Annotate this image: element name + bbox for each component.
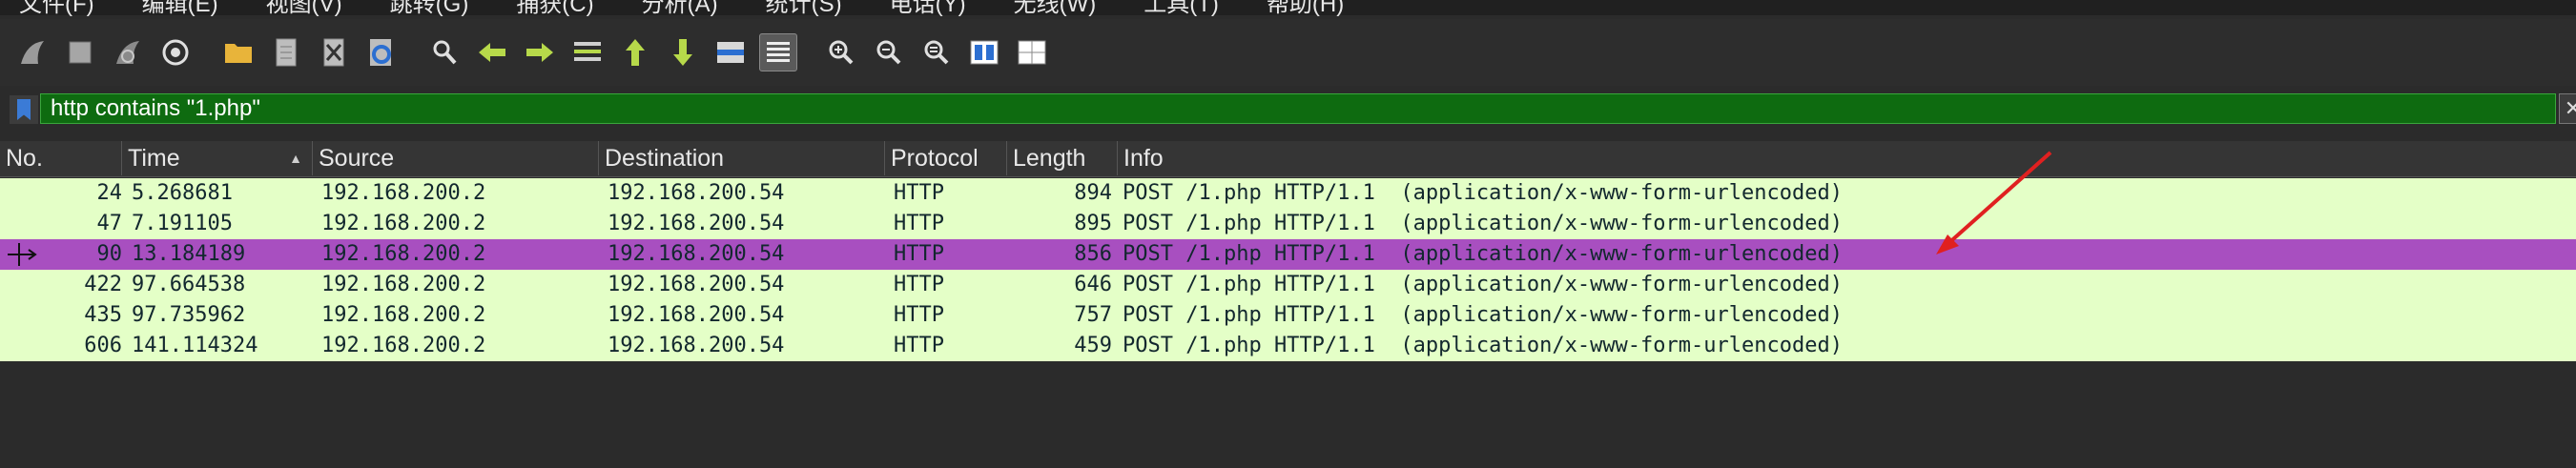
menu-bar: 文件(F) 编辑(E) 视图(V) 跳转(G) 捕获(C) 分析(A) 统计(S… [0, 0, 2576, 18]
packet-row[interactable]: 435 97.735962 192.168.200.2 192.168.200.… [0, 300, 2576, 331]
expand-icon[interactable] [1013, 33, 1051, 71]
zoom-normal-icon[interactable] [917, 33, 956, 71]
last-packet-icon[interactable] [664, 33, 702, 71]
cell-time: 97.664538 [132, 273, 246, 296]
cell-length: 856 [1074, 242, 1112, 266]
cell-protocol: HTTP [894, 212, 944, 235]
cell-no: 90 [96, 242, 123, 266]
column-header-time-label: Time [128, 145, 180, 172]
cell-no: 606 [84, 334, 122, 357]
column-header-source[interactable]: Source [313, 141, 599, 175]
column-header-destination[interactable]: Destination [599, 141, 885, 175]
cell-time: 97.735962 [132, 303, 246, 327]
cell-protocol: HTTP [894, 334, 944, 357]
bookmark-icon[interactable] [10, 95, 38, 124]
packet-row[interactable]: 47 7.191105 192.168.200.2 192.168.200.54… [0, 209, 2576, 239]
cell-source: 192.168.200.2 [321, 334, 486, 357]
main-toolbar [0, 19, 2576, 86]
cell-protocol: HTTP [894, 303, 944, 327]
clear-filter-icon[interactable]: ✕ [2559, 93, 2576, 124]
cell-time: 141.114324 [132, 334, 258, 357]
cell-source: 192.168.200.2 [321, 212, 486, 235]
cell-length: 757 [1074, 303, 1112, 327]
packet-row[interactable]: 422 97.664538 192.168.200.2 192.168.200.… [0, 270, 2576, 300]
column-header-no[interactable]: No. [0, 141, 122, 175]
colorize-icon[interactable] [759, 33, 797, 71]
zoom-in-icon[interactable] [822, 33, 860, 71]
cell-source: 192.168.200.2 [321, 181, 486, 205]
back-arrow-icon[interactable] [473, 33, 511, 71]
display-filter-bar: http contains "1.php" ✕ [0, 93, 2576, 126]
shark-fin-start-icon[interactable] [13, 33, 52, 71]
menu-capture[interactable]: 捕获(C) [516, 0, 593, 18]
cell-destination: 192.168.200.54 [608, 242, 785, 266]
cell-destination: 192.168.200.54 [608, 273, 785, 296]
cell-time: 7.191105 [132, 212, 233, 235]
menu-telephony[interactable]: 电话(Y) [890, 0, 966, 18]
column-header-protocol[interactable]: Protocol [885, 141, 1007, 175]
close-file-icon[interactable] [315, 33, 353, 71]
packet-row-selected[interactable]: 90 13.184189 192.168.200.2 192.168.200.5… [0, 239, 2576, 270]
zoom-out-icon[interactable] [870, 33, 908, 71]
cell-no: 24 [96, 181, 123, 205]
cell-protocol: HTTP [894, 273, 944, 296]
cell-info: POST /1.php HTTP/1.1 (application/x-www-… [1123, 181, 1843, 205]
stop-square-icon[interactable] [61, 33, 99, 71]
menu-help[interactable]: 帮助(H) [1267, 0, 1344, 18]
autoscroll-icon[interactable] [711, 33, 750, 71]
cell-info: POST /1.php HTTP/1.1 (application/x-www-… [1123, 273, 1843, 296]
packet-row[interactable]: 24 5.268681 192.168.200.2 192.168.200.54… [0, 178, 2576, 209]
gear-options-icon[interactable] [156, 33, 195, 71]
forward-arrow-icon[interactable] [521, 33, 559, 71]
cell-info: POST /1.php HTTP/1.1 (application/x-www-… [1123, 242, 1843, 266]
cell-length: 895 [1074, 212, 1112, 235]
packet-row[interactable]: 606 141.114324 192.168.200.2 192.168.200… [0, 331, 2576, 361]
cell-time: 13.184189 [132, 242, 246, 266]
cell-no: 435 [84, 303, 122, 327]
cell-protocol: HTTP [894, 181, 944, 205]
cell-no: 47 [96, 212, 123, 235]
cell-info: POST /1.php HTTP/1.1 (application/x-www-… [1123, 212, 1843, 235]
menu-go[interactable]: 跳转(G) [390, 0, 469, 18]
sort-ascending-icon: ▲ [289, 151, 302, 166]
cell-no: 422 [84, 273, 122, 296]
cell-info: POST /1.php HTTP/1.1 (application/x-www-… [1123, 334, 1843, 357]
display-filter-input[interactable]: http contains "1.php" [40, 93, 2556, 124]
cell-destination: 192.168.200.54 [608, 212, 785, 235]
packet-list-empty-area [0, 362, 2576, 468]
cell-destination: 192.168.200.54 [608, 181, 785, 205]
cell-length: 646 [1074, 273, 1112, 296]
file-icon[interactable] [267, 33, 305, 71]
packet-list: 24 5.268681 192.168.200.2 192.168.200.54… [0, 178, 2576, 361]
first-packet-icon[interactable] [616, 33, 654, 71]
cell-length: 459 [1074, 334, 1112, 357]
cell-destination: 192.168.200.54 [608, 334, 785, 357]
menu-file[interactable]: 文件(F) [19, 0, 94, 18]
menu-wireless[interactable]: 无线(W) [1014, 0, 1097, 18]
menu-analyze[interactable]: 分析(A) [642, 0, 718, 18]
restart-fin-icon[interactable] [109, 33, 147, 71]
cell-info: POST /1.php HTTP/1.1 (application/x-www-… [1123, 303, 1843, 327]
column-header-length[interactable]: Length [1007, 141, 1118, 175]
packet-list-header: No. Time ▲ Source Destination Protocol L… [0, 141, 2576, 177]
column-header-info[interactable]: Info [1118, 141, 2576, 175]
go-to-packet-icon[interactable] [568, 33, 607, 71]
cell-time: 5.268681 [132, 181, 233, 205]
menu-tools[interactable]: 工具(T) [1144, 0, 1219, 18]
cell-source: 192.168.200.2 [321, 273, 486, 296]
cell-destination: 192.168.200.54 [608, 303, 785, 327]
find-icon[interactable] [425, 33, 464, 71]
cell-source: 192.168.200.2 [321, 303, 486, 327]
column-header-time[interactable]: Time ▲ [122, 141, 313, 175]
cell-source: 192.168.200.2 [321, 242, 486, 266]
folder-open-icon[interactable] [219, 33, 258, 71]
cell-protocol: HTTP [894, 242, 944, 266]
menu-statistics[interactable]: 统计(S) [766, 0, 842, 18]
menu-edit[interactable]: 编辑(E) [142, 0, 218, 18]
reload-icon[interactable] [362, 33, 401, 71]
cell-length: 894 [1074, 181, 1112, 205]
resize-columns-icon[interactable] [965, 33, 1003, 71]
menu-view[interactable]: 视图(V) [266, 0, 342, 18]
